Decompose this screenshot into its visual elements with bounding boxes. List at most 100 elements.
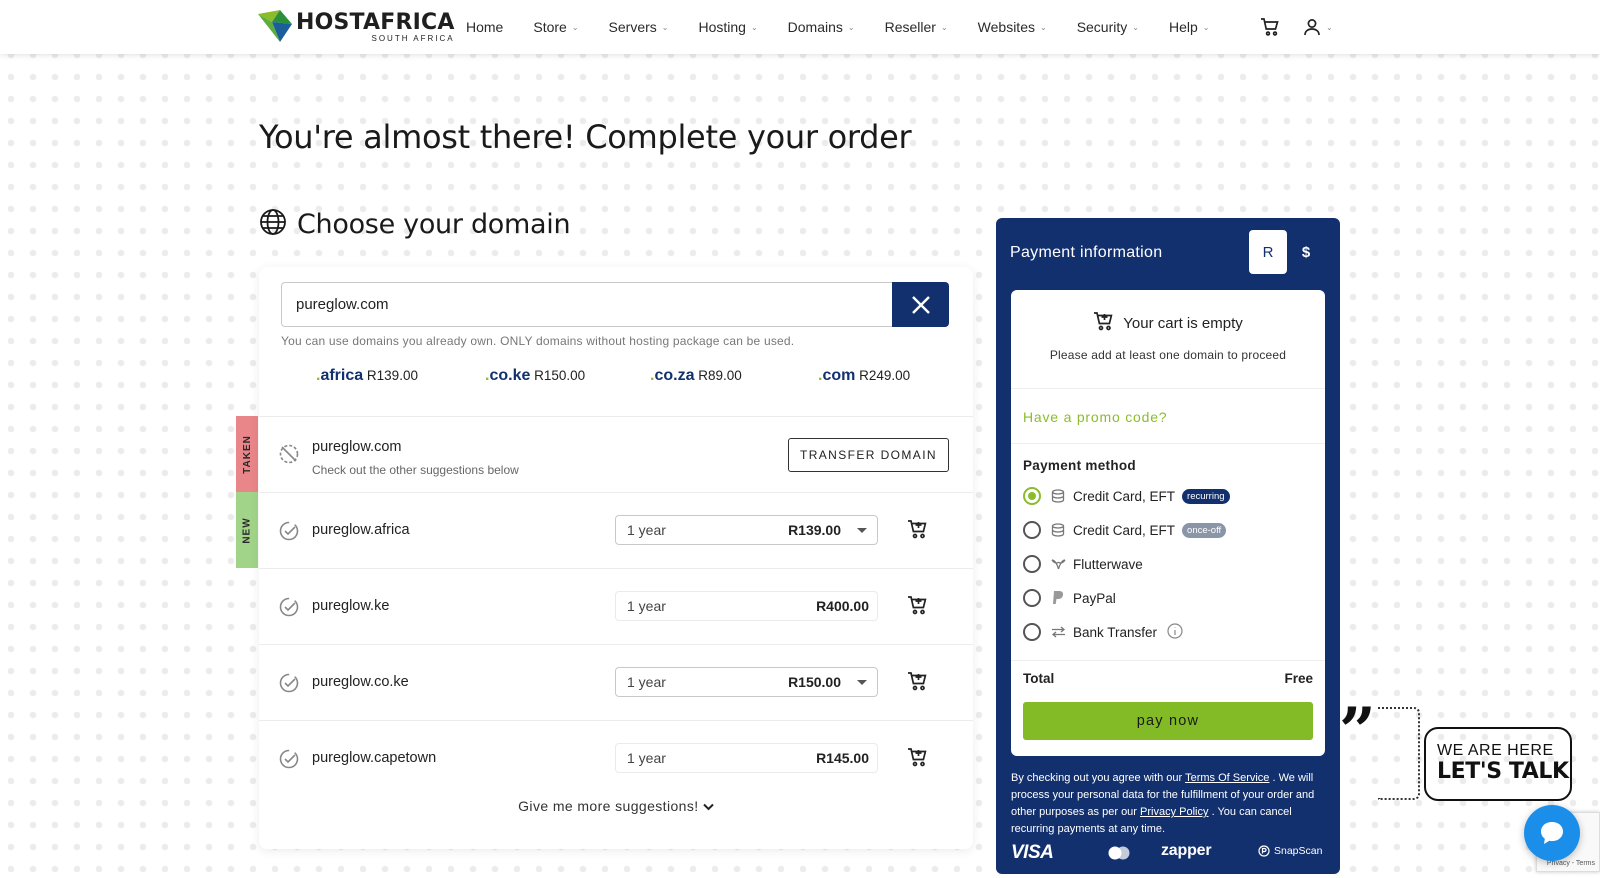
talk-dotted-connector [1378,707,1420,800]
add-to-cart-button[interactable] [907,746,929,773]
logo-mark-icon [258,10,294,44]
snapscan-label: SnapScan [1274,845,1323,857]
new-tag: NEW [236,492,258,568]
currency-rand-button[interactable]: R [1249,230,1287,274]
nav-security[interactable]: Security ⌄ [1077,19,1139,35]
nav-domains[interactable]: Domains ⌄ [788,19,855,35]
suggestion-domain: pureglow.capetown [312,750,437,766]
add-to-cart-button[interactable] [907,670,929,697]
privacy-policy-link[interactable]: Privacy Policy [1140,806,1208,818]
chevron-down-icon: ⌄ [750,22,758,32]
nav-hosting[interactable]: Hosting ⌄ [698,19,757,35]
radio[interactable] [1023,555,1041,573]
chevron-down-icon: ⌄ [661,22,669,32]
transfer-icon [1050,626,1066,638]
hostafrica-logo[interactable]: HOSTAFRICA SOUTH AFRICA [258,10,455,44]
cart-icon [1093,310,1115,336]
tld-ext: co.za [654,367,695,384]
cart-icon[interactable] [1260,17,1280,37]
check-circle-icon [279,597,299,622]
total-row: Total Free [1011,660,1325,696]
period-select[interactable]: 1 year R400.00 [615,591,878,621]
unavailable-icon [279,444,299,469]
tld-price: R89.00 [698,368,742,383]
domain-card: You can use domains you already own. ONL… [259,267,973,849]
paypal-icon [1050,591,1066,605]
payment-method-cc-recurring[interactable]: Credit Card, EFT recurring [1023,485,1230,507]
chevron-down-icon: ⌄ [1039,22,1047,32]
recurring-badge: recurring [1182,488,1230,504]
pay-now-button[interactable]: pay now [1023,702,1313,740]
payment-method-label: Credit Card, EFT [1073,488,1176,504]
logo-name: HOSTAFRICA [296,9,455,35]
chevron-down-icon: ⌄ [1132,22,1139,32]
zapper-logo: zapper [1161,842,1212,859]
radio[interactable] [1023,623,1041,641]
period-value: 1 year [627,674,666,690]
payment-method-flutterwave[interactable]: Flutterwave [1023,553,1143,575]
payment-method-bank-transfer[interactable]: Bank Transfer [1023,621,1183,643]
tld-price-row: .africa R139.00 .co.ke R150.00 .co.za R8… [259,363,973,407]
add-to-cart-button[interactable] [907,594,929,621]
tld-price: R249.00 [859,368,911,383]
nav-reseller-label: Reseller [884,19,936,35]
currency-dollar-button[interactable]: $ [1291,230,1321,274]
flutterwave-icon [1050,558,1066,571]
payment-method-label: Flutterwave [1073,556,1143,572]
payment-method-paypal[interactable]: PayPal [1023,587,1116,609]
close-icon [911,295,930,314]
tld-africa[interactable]: .africa R139.00 [316,367,418,385]
nav-servers[interactable]: Servers ⌄ [609,19,669,35]
domain-search-input[interactable] [281,282,892,327]
visa-logo: VISA [1011,842,1054,863]
add-to-cart-button[interactable] [907,518,929,545]
cart-plus-icon [908,520,927,539]
period-select[interactable]: 1 year R145.00 [615,743,878,773]
tld-com[interactable]: .com R249.00 [818,367,910,385]
user-icon[interactable]: ⌄ [1302,17,1355,37]
terms-of-service-link[interactable]: Terms Of Service [1185,772,1269,784]
nav-store[interactable]: Store ⌄ [533,19,578,35]
section-title: Choose your domain [259,208,571,241]
radio[interactable] [1023,589,1041,607]
payment-title: Payment information [1010,244,1163,261]
period-select[interactable]: 1 year R139.00 [615,515,878,545]
taken-tag-label: TAKEN [241,434,253,474]
domain-hint: You can use domains you already own. ONL… [281,334,795,348]
tld-coke[interactable]: .co.ke R150.00 [485,367,585,385]
payment-logos: VISA zapper SnapScan [1011,842,1331,864]
transfer-domain-button[interactable]: TRANSFER DOMAIN [788,438,949,472]
taken-domain-name: pureglow.com [312,439,402,455]
taken-domain-note: Check out the other suggestions below [312,463,519,477]
nav-security-label: Security [1076,19,1128,35]
suggestion-row: pureglow.africa 1 year R139.00 [259,492,973,568]
nav-help[interactable]: Help ⌄ [1169,19,1210,35]
cart-summary: Your cart is empty Please add at least o… [1011,290,1325,756]
nav-websites[interactable]: Websites ⌄ [978,19,1047,35]
chat-button[interactable] [1524,805,1580,861]
cart-plus-icon [908,596,927,615]
radio[interactable] [1023,521,1041,539]
suggestion-domain: pureglow.co.ke [312,674,409,690]
period-price: R139.00 [788,522,841,538]
chevron-down-icon: ⌄ [940,22,948,32]
payment-method-cc-onceoff[interactable]: Credit Card, EFT once-off [1023,519,1227,541]
nav-home[interactable]: Home [466,19,503,35]
clear-search-button[interactable] [892,282,949,327]
suggestion-row: pureglow.capetown 1 year R145.00 [259,720,973,796]
more-suggestions-button[interactable]: Give me more suggestions! [259,798,973,814]
suggestion-domain: pureglow.africa [312,522,410,538]
tld-ext: com [822,367,856,384]
cart-empty-text: Your cart is empty [1123,314,1243,332]
total-value: Free [1284,671,1313,686]
info-icon[interactable] [1167,622,1183,642]
nav-reseller[interactable]: Reseller ⌄ [885,19,948,35]
period-select[interactable]: 1 year R150.00 [615,667,878,697]
promo-code-toggle[interactable]: Have a promo code? [1011,388,1325,444]
cart-plus-icon [908,748,927,767]
radio-selected[interactable] [1023,487,1041,505]
promo-code-label: Have a promo code? [1023,409,1168,425]
section-title-text: Choose your domain [297,209,571,240]
tld-coza[interactable]: .co.za R89.00 [650,367,742,385]
check-circle-icon [279,749,299,774]
